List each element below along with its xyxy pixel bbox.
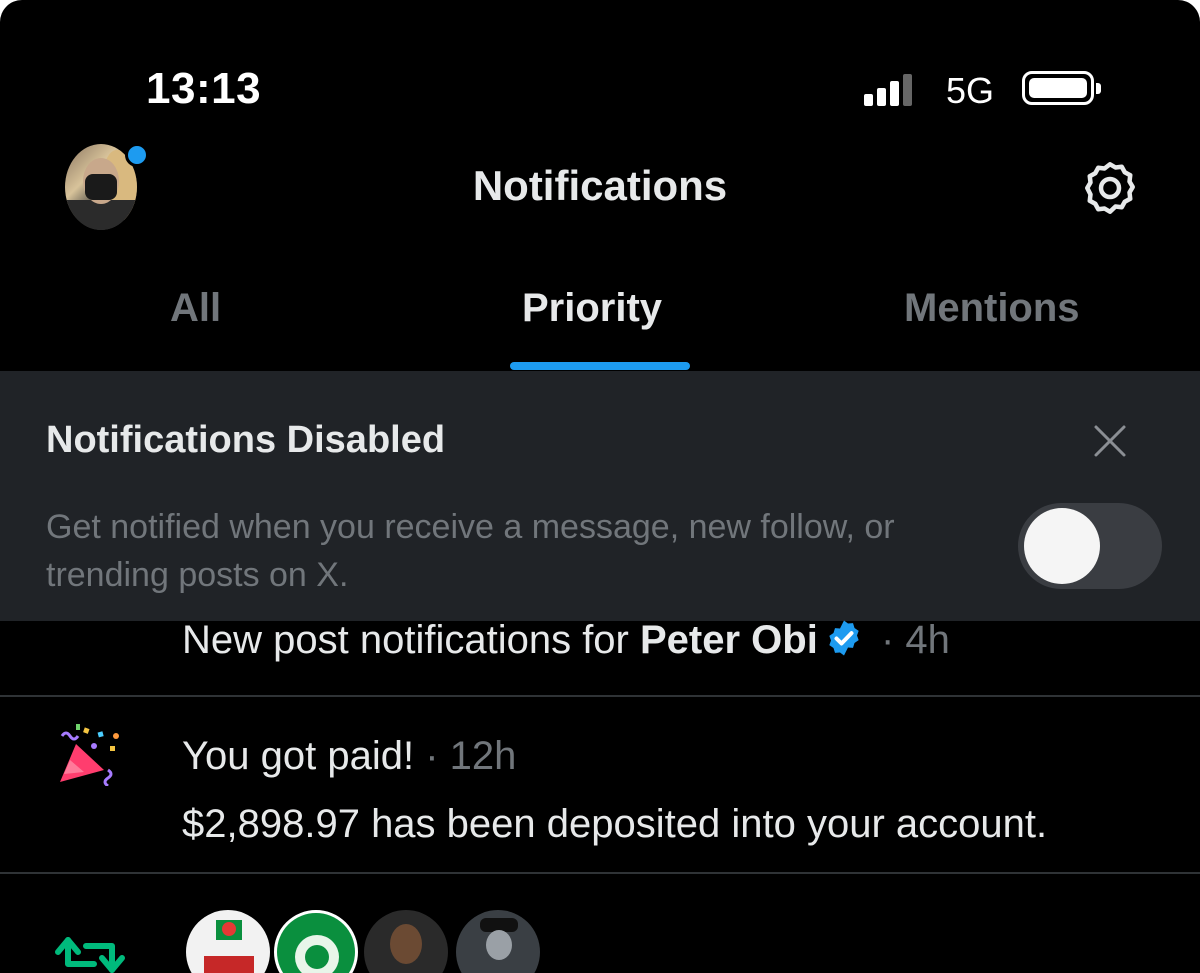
network-label: 5G (946, 70, 995, 111)
battery-icon (1022, 71, 1101, 105)
payout-title: You got paid! (182, 734, 415, 778)
page-title: Notifications (472, 162, 728, 209)
payout-body: $2,898.97 has been deposited into your a… (182, 802, 1048, 846)
reposter-avatar[interactable] (364, 910, 448, 973)
reposter-avatar[interactable] (274, 910, 358, 973)
signal-icon (864, 74, 912, 106)
account-name[interactable]: Peter Obi (640, 618, 818, 662)
banner-description: Get notified when you receive a message,… (46, 508, 895, 594)
banner-title: Notifications Disabled (46, 419, 446, 461)
tab-all[interactable]: All (170, 286, 221, 331)
reposter-avatar[interactable] (186, 910, 270, 973)
notification-new-post[interactable]: New post notifications for Peter Obi · 4… (182, 618, 950, 663)
verified-badge-icon (829, 620, 859, 656)
tab-priority[interactable]: Priority (522, 286, 662, 331)
toggle-knob (1024, 508, 1100, 584)
status-time: 13:13 (146, 64, 262, 113)
divider (0, 872, 1200, 874)
divider (0, 695, 1200, 697)
notifications-toggle[interactable] (1018, 503, 1162, 589)
notifications-disabled-banner: Notifications Disabled Get notified when… (0, 371, 1200, 621)
reposter-avatar[interactable] (456, 910, 540, 973)
party-popper-icon (60, 724, 119, 786)
tab-mentions[interactable]: Mentions (904, 286, 1080, 331)
phone-screen: 13:13 5G Notifications All Priority Ment… (0, 0, 1200, 973)
notification-prefix: New post notifications for (182, 618, 640, 662)
notification-payout[interactable]: You got paid! · 12h (182, 734, 516, 779)
active-tab-indicator (510, 362, 690, 370)
notification-time: · 4h (869, 618, 950, 662)
gear-icon[interactable] (1080, 158, 1140, 218)
repost-icon (55, 937, 125, 973)
close-icon[interactable] (1090, 421, 1130, 461)
payout-time: · 12h (414, 734, 517, 778)
